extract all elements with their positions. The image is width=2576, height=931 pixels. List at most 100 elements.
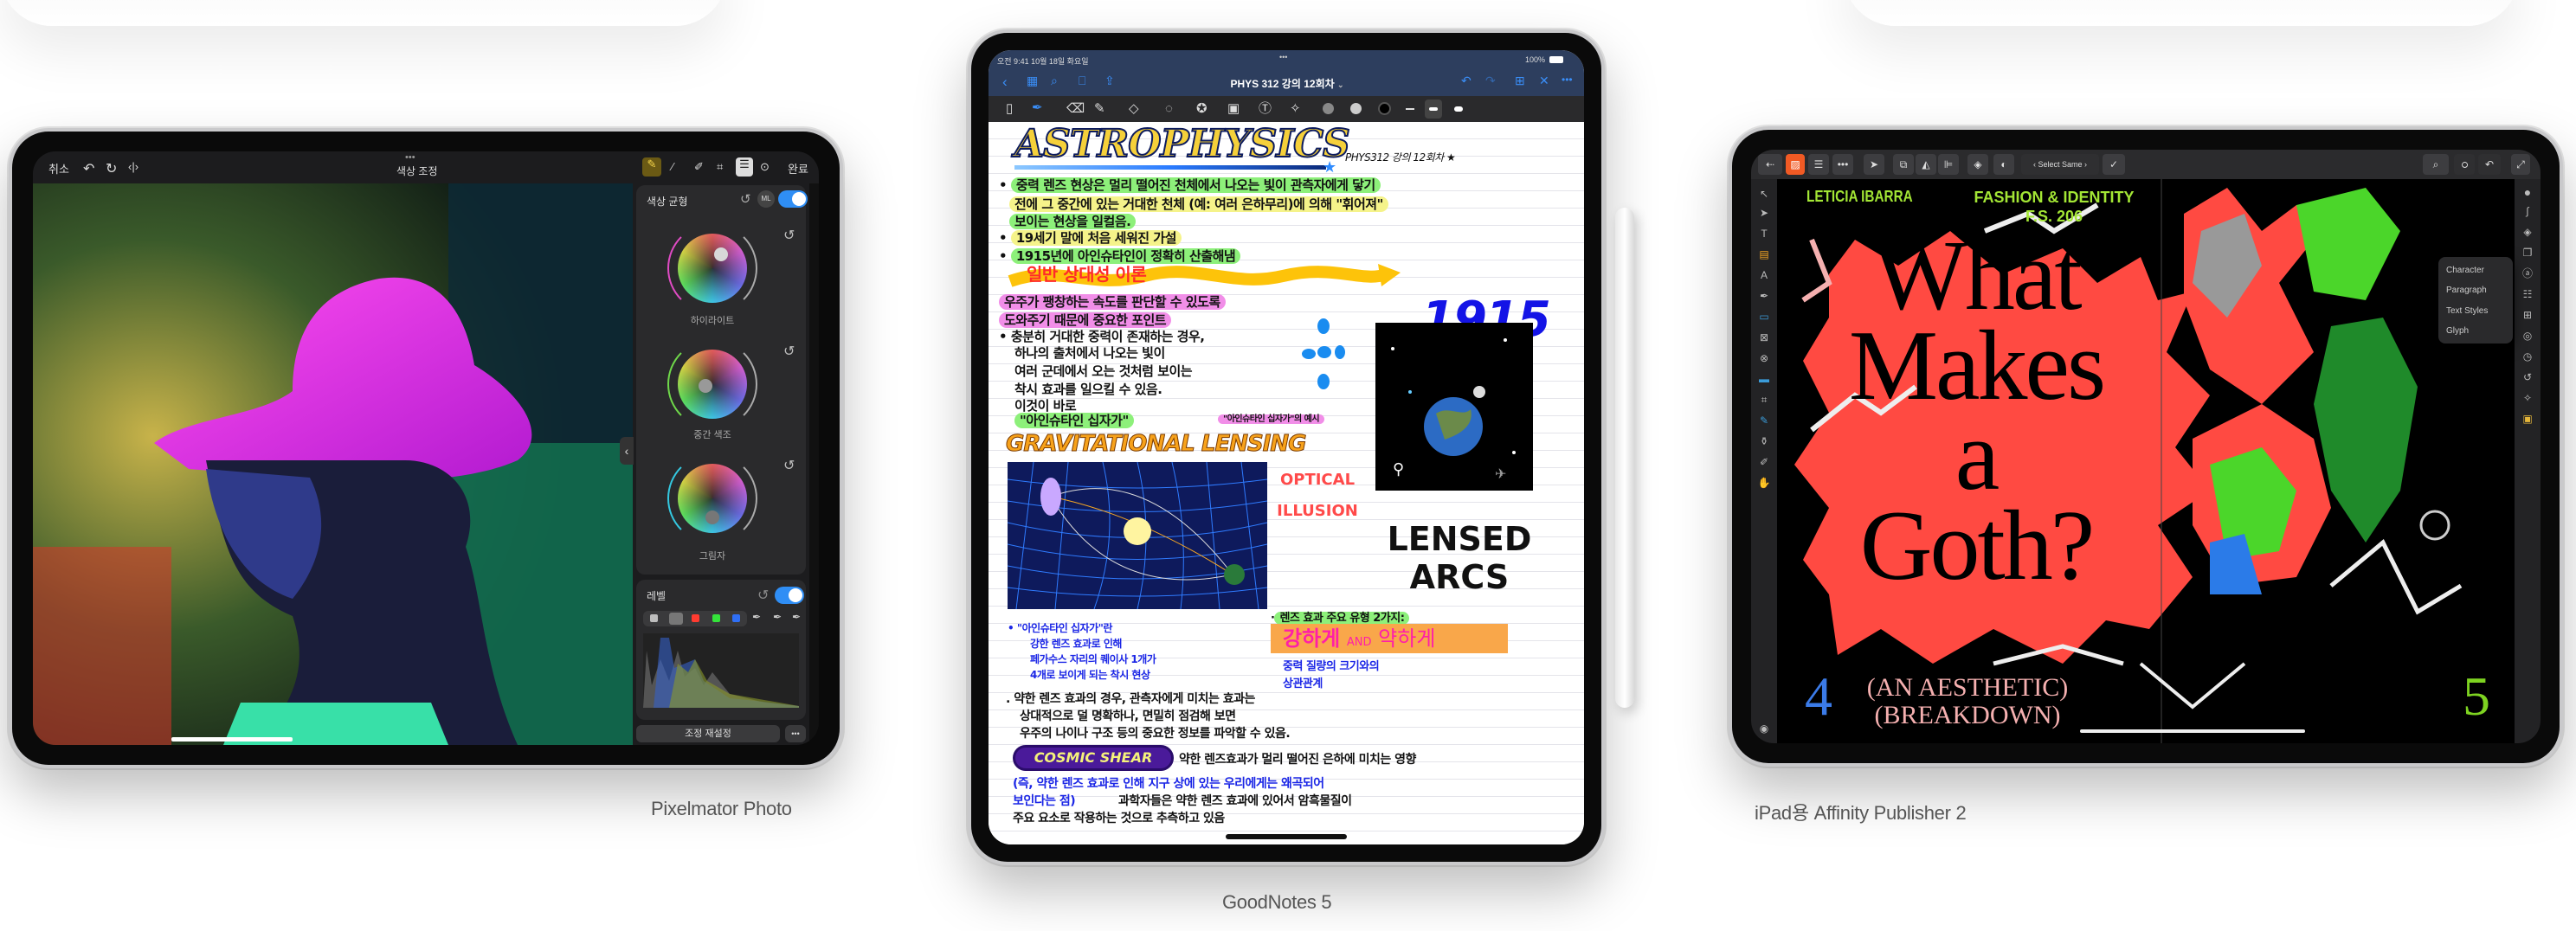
compare-icon[interactable]: ‹|› [128, 160, 138, 173]
text-styles-icon[interactable]: ☷ [2521, 288, 2534, 300]
channel-gray[interactable] [650, 614, 658, 622]
record-icon[interactable]: ◉ [1757, 722, 1771, 735]
color-balance-toggle[interactable] [778, 190, 808, 208]
stroke-thick[interactable] [1454, 106, 1463, 112]
ml-brush-icon[interactable]: ⁄ [672, 160, 673, 173]
transparency-icon[interactable]: ⚱ [1757, 435, 1771, 447]
color-icon[interactable]: ● [2521, 186, 2534, 198]
menu-item-text-styles[interactable]: Text Styles [2446, 306, 2488, 316]
channel-green[interactable] [712, 614, 720, 622]
lasso-icon[interactable]: ഠ [2454, 154, 2475, 175]
reset-icon[interactable]: ↺ [757, 587, 769, 604]
channel-rgb[interactable] [669, 613, 683, 625]
adjust-icon[interactable]: ☰ [736, 157, 753, 177]
home-button[interactable]: ⇠ [1758, 154, 1782, 175]
photo-canvas[interactable] [33, 183, 633, 745]
add-page-icon[interactable]: ⊞ [1515, 74, 1525, 87]
align-icon[interactable]: ⊫ [1938, 154, 1959, 175]
menu-item-character[interactable]: Character [2446, 266, 2484, 275]
undo-icon[interactable]: ↶ [83, 160, 94, 177]
effects-icon[interactable]: ✧ [2521, 392, 2534, 404]
panel-collapse-handle[interactable]: ‹ [620, 437, 634, 465]
midtone-color-wheel[interactable] [678, 350, 747, 419]
reset-icon[interactable]: ↺ [783, 227, 795, 244]
document-title[interactable]: PHYS 312 강의 12회차 ⌄ [1214, 76, 1361, 91]
highlighter-icon[interactable]: ✎ [1094, 102, 1105, 115]
more-icon[interactable]: ••• [1832, 154, 1853, 175]
eyedropper-white-icon[interactable]: ✒ [792, 611, 801, 623]
pages-icon[interactable]: ❐ [2521, 247, 2534, 259]
layers-icon[interactable]: ◈ [2521, 226, 2534, 238]
stroke-icon[interactable]: ∫ [2521, 205, 2534, 217]
reset-icon[interactable]: ↺ [740, 191, 751, 207]
grid-icon[interactable]: ▦ [1027, 74, 1038, 87]
crop-icon[interactable]: ⌗ [717, 160, 723, 174]
text-icon[interactable]: ⓐ [2521, 267, 2534, 279]
insert-icon[interactable]: ◈ [1967, 154, 1988, 175]
channel-blue[interactable] [732, 614, 740, 622]
color-gray-swatch[interactable] [1323, 103, 1334, 114]
more-button[interactable]: ••• [785, 725, 806, 742]
search-icon[interactable]: ⌕ [1051, 74, 1058, 87]
levels-toggle[interactable] [775, 587, 804, 604]
image-icon[interactable]: ▣ [1227, 102, 1240, 115]
menu-icon[interactable]: ☰ [1808, 154, 1829, 175]
pen-icon[interactable]: ✒ [1757, 290, 1771, 302]
stock-icon[interactable]: ◎ [2521, 330, 2534, 342]
menu-item-paragraph[interactable]: Paragraph [2446, 286, 2487, 295]
bandage-icon[interactable]: ✐ [694, 160, 704, 174]
fill-icon[interactable]: ✎ [1757, 414, 1771, 427]
eyedropper-black-icon[interactable]: ✒ [752, 611, 761, 623]
highlight-color-wheel[interactable] [678, 234, 747, 303]
artistic-text-icon[interactable]: A [1757, 269, 1771, 281]
channel-selector[interactable] [643, 611, 747, 626]
arrange-icon[interactable]: ⧉ [1893, 154, 1914, 175]
history-icon[interactable]: ↺ [2521, 371, 2534, 383]
ellipse-frame-icon[interactable]: ⊗ [1757, 352, 1771, 364]
color-light-swatch[interactable] [1350, 103, 1362, 114]
picture-frame-icon[interactable]: ⊠ [1757, 331, 1771, 344]
assets-icon[interactable]: ▣ [2521, 413, 2534, 425]
menu-item-glyph[interactable]: Glyph [2446, 326, 2469, 336]
fullscreen-icon[interactable]: ⤢ [2511, 154, 2530, 175]
select-same-control[interactable]: ‹ Select Same › [2021, 154, 2099, 175]
undo-icon[interactable]: ↶ [2478, 154, 2501, 175]
histogram[interactable] [643, 633, 799, 708]
multitask-dots[interactable]: ••• [1279, 53, 1287, 61]
persona-icon[interactable]: ▨ [1786, 154, 1805, 175]
color-picker-icon[interactable]: ✐ [1757, 456, 1771, 468]
read-mode-icon[interactable]: ▯ [1006, 102, 1013, 115]
back-icon[interactable]: ‹ [1002, 74, 1008, 89]
redo-icon[interactable]: ↷ [1485, 74, 1496, 87]
channel-red[interactable] [692, 614, 699, 622]
eyedropper-gray-icon[interactable]: ✒ [773, 611, 782, 623]
cancel-button[interactable]: 취소 [48, 160, 69, 177]
boolean-icon[interactable]: ◐ [1993, 154, 2014, 175]
transform-icon[interactable]: ⊞ [2521, 309, 2534, 321]
multitask-dots[interactable]: ••• [405, 152, 415, 163]
notebook-page[interactable]: ASTROPHYSICS ★ PHYS312 강의 12회차 ★ • 중력 렌즈… [989, 121, 1584, 844]
eraser-icon[interactable]: ⌫ [1066, 102, 1085, 115]
confirm-icon[interactable]: ✓ [2103, 154, 2125, 175]
hand-icon[interactable]: ✋ [1757, 477, 1771, 489]
share-icon[interactable]: ⇪ [1104, 74, 1115, 87]
navigator-icon[interactable]: ◷ [2521, 350, 2534, 363]
stroke-medium[interactable] [1425, 100, 1442, 119]
reset-icon[interactable]: ↺ [783, 343, 795, 360]
text-icon[interactable]: Ⓣ [1259, 102, 1272, 115]
zoom-icon[interactable]: ⌕ [2423, 154, 2449, 175]
text-frame-icon[interactable]: T [1757, 228, 1771, 240]
reset-adjustments-button[interactable]: 조정 재설정 [636, 725, 780, 742]
more-icon[interactable]: ⊙ [760, 160, 770, 174]
done-button[interactable]: 완료 [788, 160, 808, 177]
more-icon[interactable]: ••• [1562, 74, 1573, 85]
laser-pointer-icon[interactable]: ✧ [1290, 102, 1301, 115]
lasso-icon[interactable]: ◌ [1165, 102, 1173, 115]
redo-icon[interactable]: ↻ [106, 160, 117, 177]
shapes-icon[interactable]: ◇ [1129, 102, 1139, 115]
color-black-swatch[interactable] [1378, 102, 1391, 115]
move-tool-icon[interactable]: ➤ [1864, 154, 1884, 175]
close-icon[interactable]: ✕ [1539, 74, 1549, 87]
pen-icon[interactable]: ✒ [1032, 101, 1043, 114]
stroke-thin[interactable] [1406, 108, 1414, 110]
